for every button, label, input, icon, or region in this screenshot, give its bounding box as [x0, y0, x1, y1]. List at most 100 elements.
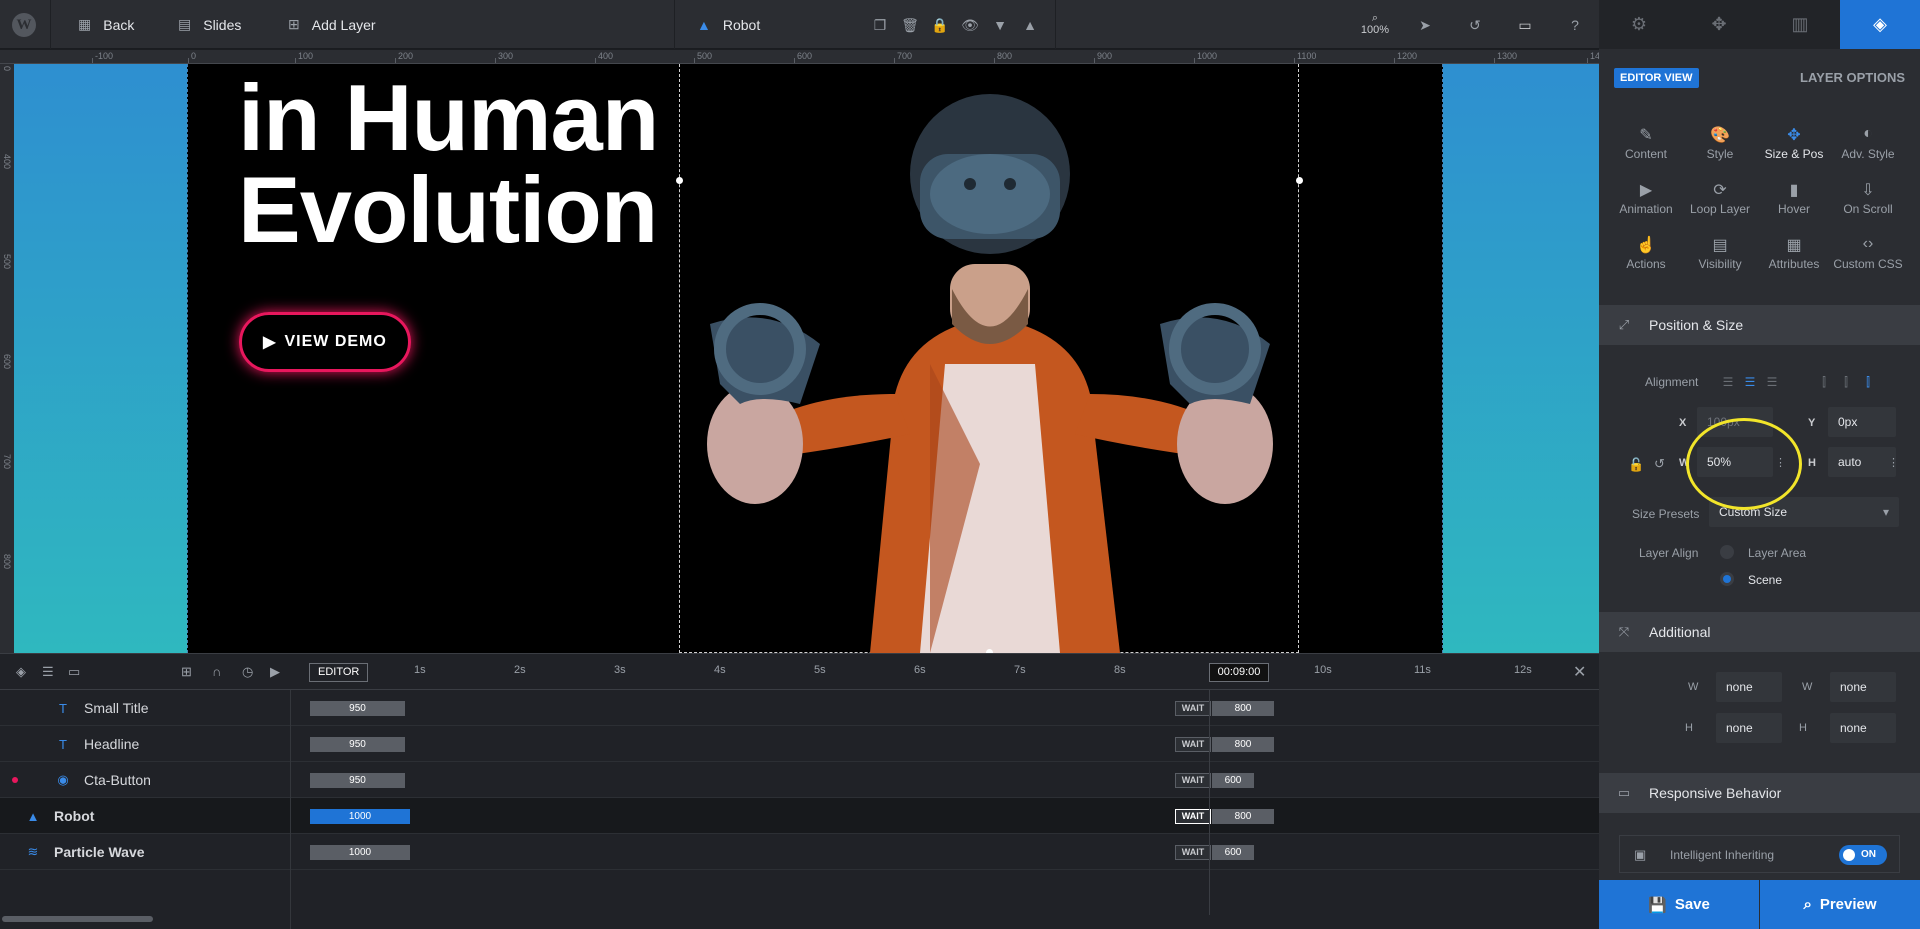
horizontal-scrollbar[interactable]	[2, 916, 153, 922]
intelligent-inheriting-toggle[interactable]: ON	[1839, 845, 1887, 865]
slides-button[interactable]: ▤ Slides	[178, 0, 241, 49]
max-height-input[interactable]: none	[1830, 713, 1896, 743]
in-animation-bar[interactable]: 950	[310, 701, 405, 716]
wait-marker[interactable]: WAIT	[1175, 737, 1211, 752]
add-layer-button[interactable]: ⊞ Add Layer	[288, 0, 376, 49]
timeline-layer-name[interactable]: ▲ Robot	[26, 798, 95, 834]
navigation-tab-icon[interactable]: ✥	[1679, 0, 1759, 49]
additional-header[interactable]: ⤧ Additional	[1599, 612, 1920, 652]
option-loop-layer[interactable]: ⟳ Loop Layer	[1683, 180, 1757, 230]
timeline-layer-name[interactable]: ◉ Cta-Button	[56, 762, 151, 798]
folder-icon[interactable]: ▭	[68, 664, 80, 680]
option-actions[interactable]: ☝ Actions	[1609, 235, 1683, 285]
layers-tab-icon[interactable]: ◈	[1840, 0, 1920, 49]
in-animation-bar[interactable]: 1000	[310, 809, 410, 824]
option-hover[interactable]: ▮ Hover	[1757, 180, 1831, 230]
in-animation-bar[interactable]: 950	[310, 737, 405, 752]
timer-icon[interactable]: ◷	[242, 664, 253, 680]
back-button[interactable]: ▦ Back	[78, 0, 134, 49]
list-icon[interactable]: ☰	[42, 664, 54, 680]
reset-icon[interactable]: ↺	[1654, 456, 1665, 472]
slide-area[interactable]: in Human Evolution ▶ VIEW DEMO	[187, 64, 1443, 653]
timeline-row[interactable]: ▲ Robot 1000 WAIT 800	[0, 798, 1599, 834]
min-width-input[interactable]: none	[1716, 672, 1782, 702]
visibility-icon[interactable]: 👁	[960, 15, 980, 35]
out-animation-bar[interactable]: 600	[1212, 773, 1254, 788]
out-animation-bar[interactable]: 800	[1212, 737, 1274, 752]
headline-layer[interactable]: in Human Evolution	[238, 71, 659, 257]
cursor-icon[interactable]: ➤	[1415, 15, 1435, 35]
layers-icon[interactable]: ◈	[16, 664, 26, 680]
resize-handle[interactable]	[676, 177, 683, 184]
y-input[interactable]: 0px	[1828, 407, 1896, 437]
option-label: Hover	[1777, 202, 1810, 216]
wait-marker[interactable]: WAIT	[1175, 809, 1211, 824]
position-size-header[interactable]: ⤢ Position & Size	[1599, 305, 1920, 345]
wait-marker[interactable]: WAIT	[1175, 773, 1211, 788]
editor-view-button[interactable]: EDITOR VIEW	[1614, 68, 1699, 88]
resize-handle[interactable]	[1296, 177, 1303, 184]
zoom-control[interactable]: ⌕ 100%	[1360, 12, 1390, 36]
height-input[interactable]: auto	[1828, 447, 1896, 477]
cta-button-layer[interactable]: ▶ VIEW DEMO	[239, 312, 411, 372]
save-button[interactable]: 💾 Save	[1599, 880, 1759, 929]
delete-icon[interactable]: 🗑	[900, 15, 920, 35]
grid-snap-icon[interactable]: ⊞	[181, 664, 192, 680]
settings-tab-icon[interactable]: ⚙	[1599, 0, 1679, 49]
align-right-icon[interactable]: ☰	[1764, 374, 1780, 390]
align-middle-icon[interactable]: ⫿	[1838, 374, 1854, 390]
max-width-input[interactable]: none	[1830, 672, 1896, 702]
option-on-scroll[interactable]: ⇩ On Scroll	[1831, 180, 1905, 230]
min-height-input[interactable]: none	[1716, 713, 1782, 743]
magnet-icon[interactable]: ∩	[212, 664, 221, 679]
move-down-icon[interactable]: ▼	[990, 15, 1010, 35]
align-left-icon[interactable]: ☰	[1720, 374, 1736, 390]
option-custom-css[interactable]: ‹› Custom CSS	[1831, 235, 1905, 285]
height-menu-icon[interactable]: ⋮	[1888, 456, 1899, 469]
robot-layer[interactable]	[676, 64, 1303, 653]
move-up-icon[interactable]: ▲	[1020, 15, 1040, 35]
out-animation-bar[interactable]: 600	[1212, 845, 1254, 860]
slides-tab-icon[interactable]: ▥	[1760, 0, 1840, 49]
play-timeline-icon[interactable]: ▶	[270, 664, 280, 680]
lock-ratio-icon[interactable]: 🔓	[1628, 457, 1644, 473]
align-bottom-icon[interactable]: ⫿	[1860, 374, 1876, 390]
option-attributes[interactable]: ▦ Attributes	[1757, 235, 1831, 285]
scene-radio[interactable]	[1720, 572, 1734, 586]
option-style[interactable]: 🎨 Style	[1683, 125, 1757, 175]
option-size-pos[interactable]: ✥ Size & Pos	[1757, 125, 1831, 175]
layer-area-radio[interactable]	[1720, 545, 1734, 559]
timeline-row[interactable]: T Small Title 950 WAIT 800	[0, 690, 1599, 726]
wordpress-logo-icon[interactable]: W	[12, 13, 36, 37]
timeline-layer-name[interactable]: ≋ Particle Wave	[26, 834, 145, 870]
timeline-row[interactable]: T Headline 950 WAIT 800	[0, 726, 1599, 762]
responsive-header[interactable]: ▭ Responsive Behavior	[1599, 773, 1920, 813]
align-top-icon[interactable]: ⫿	[1816, 374, 1832, 390]
timeline-layer-name[interactable]: T Headline	[56, 726, 139, 762]
option-content[interactable]: ✎ Content	[1609, 125, 1683, 175]
current-time[interactable]: 00:09:00	[1209, 663, 1269, 682]
preview-button[interactable]: ⌕ Preview	[1760, 880, 1920, 929]
lock-icon[interactable]: 🔒	[930, 15, 950, 35]
option-adv-style[interactable]: ◐ Adv. Style	[1831, 125, 1905, 175]
duplicate-icon[interactable]: ❐	[870, 15, 890, 35]
undo-icon[interactable]: ↺	[1465, 15, 1485, 35]
timeline-layer-name[interactable]: T Small Title	[56, 690, 149, 726]
wait-marker[interactable]: WAIT	[1175, 845, 1211, 860]
editor-tag[interactable]: EDITOR	[309, 663, 369, 682]
close-timeline-icon[interactable]: ✕	[1573, 662, 1586, 682]
option-visibility[interactable]: ▤ Visibility	[1683, 235, 1757, 285]
out-animation-bar[interactable]: 800	[1212, 809, 1274, 824]
out-animation-bar[interactable]: 800	[1212, 701, 1274, 716]
timeline-row[interactable]: ≋ Particle Wave 1000 WAIT 600	[0, 834, 1599, 870]
wait-marker[interactable]: WAIT	[1175, 701, 1211, 716]
option-animation[interactable]: ▶ Animation	[1609, 180, 1683, 230]
current-layer-name[interactable]: ▲ Robot	[697, 0, 760, 49]
help-icon[interactable]: ?	[1565, 15, 1585, 35]
editor-canvas[interactable]: in Human Evolution ▶ VIEW DEMO	[14, 64, 1599, 653]
in-animation-bar[interactable]: 1000	[310, 845, 410, 860]
timeline-row[interactable]: ◉ Cta-Button 950 WAIT 600	[0, 762, 1599, 798]
align-center-icon[interactable]: ☰	[1742, 374, 1758, 390]
in-animation-bar[interactable]: 950	[310, 773, 405, 788]
desktop-icon[interactable]: ▭	[1515, 15, 1535, 35]
